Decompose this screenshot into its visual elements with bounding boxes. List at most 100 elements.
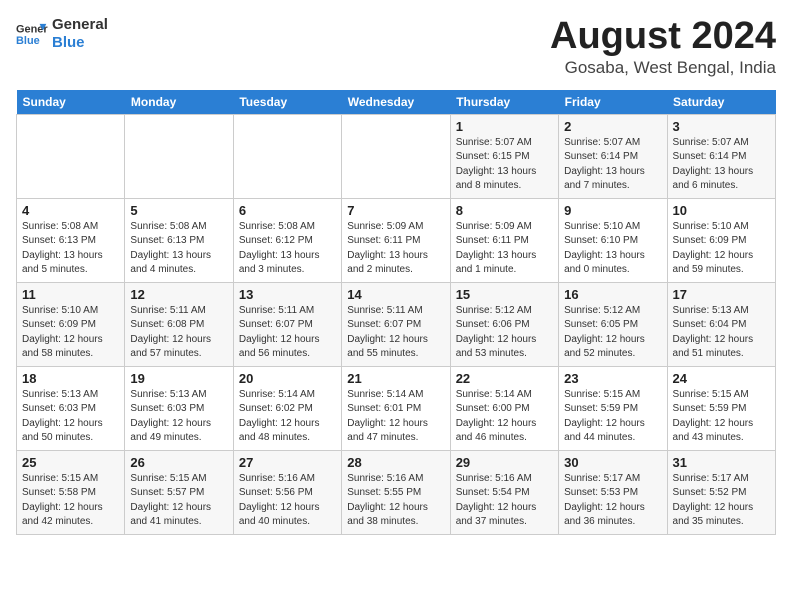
day-info: Sunrise: 5:07 AMSunset: 6:14 PMDaylight:… [673,136,770,194]
day-number: 4 [22,203,119,218]
calendar-cell: 22 Sunrise: 5:14 AMSunset: 6:00 PMDayligh… [450,366,558,450]
calendar-cell: 14 Sunrise: 5:11 AMSunset: 6:07 PMDayligh… [342,282,450,366]
day-info: Sunrise: 5:15 AMSunset: 5:59 PMDaylight:… [564,388,661,446]
calendar-week-4: 18 Sunrise: 5:13 AMSunset: 6:03 PMDayligh… [17,366,776,450]
day-info: Sunrise: 5:07 AMSunset: 6:14 PMDaylight:… [564,136,661,194]
day-number: 3 [673,119,770,134]
day-info: Sunrise: 5:08 AMSunset: 6:12 PMDaylight:… [239,220,336,278]
day-info: Sunrise: 5:14 AMSunset: 6:00 PMDaylight:… [456,388,553,446]
col-header-saturday: Saturday [667,90,775,115]
calendar-cell: 26 Sunrise: 5:15 AMSunset: 5:57 PMDayligh… [125,450,233,534]
calendar-cell: 2 Sunrise: 5:07 AMSunset: 6:14 PMDaylight… [559,114,667,198]
day-info: Sunrise: 5:09 AMSunset: 6:11 PMDaylight:… [347,220,444,278]
day-number: 5 [130,203,227,218]
calendar-cell: 27Sunrise: 5:16 AMSunset: 5:56 PMDayligh… [233,450,341,534]
day-number: 14 [347,287,444,302]
calendar-table: SundayMondayTuesdayWednesdayThursdayFrid… [16,90,776,535]
calendar-cell [342,114,450,198]
day-number: 27 [239,455,336,470]
day-info: Sunrise: 5:11 AMSunset: 6:08 PMDaylight:… [130,304,227,362]
calendar-cell: 31 Sunrise: 5:17 AMSunset: 5:52 PMDayligh… [667,450,775,534]
calendar-cell: 21 Sunrise: 5:14 AMSunset: 6:01 PMDayligh… [342,366,450,450]
calendar-cell: 7 Sunrise: 5:09 AMSunset: 6:11 PMDaylight… [342,198,450,282]
day-info: Sunrise: 5:10 AMSunset: 6:09 PMDaylight:… [673,220,770,278]
day-number: 8 [456,203,553,218]
day-info: Sunrise: 5:08 AMSunset: 6:13 PMDaylight:… [130,220,227,278]
day-number: 31 [673,455,770,470]
calendar-header-row: SundayMondayTuesdayWednesdayThursdayFrid… [17,90,776,115]
calendar-cell: 28Sunrise: 5:16 AMSunset: 5:55 PMDayligh… [342,450,450,534]
day-number: 7 [347,203,444,218]
col-header-wednesday: Wednesday [342,90,450,115]
day-number: 17 [673,287,770,302]
day-info: Sunrise: 5:14 AMSunset: 6:02 PMDaylight:… [239,388,336,446]
calendar-cell: 3 Sunrise: 5:07 AMSunset: 6:14 PMDaylight… [667,114,775,198]
calendar-cell: 11Sunrise: 5:10 AMSunset: 6:09 PMDayligh… [17,282,125,366]
calendar-cell: 17 Sunrise: 5:13 AMSunset: 6:04 PMDayligh… [667,282,775,366]
day-number: 22 [456,371,553,386]
calendar-cell: 19Sunrise: 5:13 AMSunset: 6:03 PMDayligh… [125,366,233,450]
day-info: Sunrise: 5:14 AMSunset: 6:01 PMDaylight:… [347,388,444,446]
calendar-cell: 30 Sunrise: 5:17 AMSunset: 5:53 PMDayligh… [559,450,667,534]
day-number: 21 [347,371,444,386]
calendar-cell: 8 Sunrise: 5:09 AMSunset: 6:11 PMDaylight… [450,198,558,282]
day-info: Sunrise: 5:10 AMSunset: 6:10 PMDaylight:… [564,220,661,278]
calendar-cell [125,114,233,198]
day-info: Sunrise: 5:11 AMSunset: 6:07 PMDaylight:… [239,304,336,362]
calendar-cell: 6 Sunrise: 5:08 AMSunset: 6:12 PMDaylight… [233,198,341,282]
day-info: Sunrise: 5:15 AMSunset: 5:57 PMDaylight:… [130,472,227,530]
day-number: 10 [673,203,770,218]
day-info: Sunrise: 5:17 AMSunset: 5:53 PMDaylight:… [564,472,661,530]
col-header-monday: Monday [125,90,233,115]
day-number: 28 [347,455,444,470]
calendar-cell: 25Sunrise: 5:15 AMSunset: 5:58 PMDayligh… [17,450,125,534]
day-number: 12 [130,287,227,302]
day-info: Sunrise: 5:12 AMSunset: 6:05 PMDaylight:… [564,304,661,362]
day-info: Sunrise: 5:09 AMSunset: 6:11 PMDaylight:… [456,220,553,278]
day-number: 30 [564,455,661,470]
logo-icon: General Blue [16,20,48,48]
calendar-cell: 1Sunrise: 5:07 AMSunset: 6:15 PMDaylight… [450,114,558,198]
day-number: 15 [456,287,553,302]
day-number: 26 [130,455,227,470]
day-info: Sunrise: 5:15 AMSunset: 5:59 PMDaylight:… [673,388,770,446]
day-info: Sunrise: 5:17 AMSunset: 5:52 PMDaylight:… [673,472,770,530]
day-number: 2 [564,119,661,134]
day-number: 9 [564,203,661,218]
logo: General Blue General Blue [16,16,108,52]
day-info: Sunrise: 5:11 AMSunset: 6:07 PMDaylight:… [347,304,444,362]
calendar-cell: 12 Sunrise: 5:11 AMSunset: 6:08 PMDayligh… [125,282,233,366]
day-info: Sunrise: 5:13 AMSunset: 6:03 PMDaylight:… [22,388,119,446]
location-subtitle: Gosaba, West Bengal, India [550,58,776,78]
calendar-cell: 29 Sunrise: 5:16 AMSunset: 5:54 PMDayligh… [450,450,558,534]
logo-blue: Blue [52,34,108,52]
day-number: 20 [239,371,336,386]
col-header-friday: Friday [559,90,667,115]
calendar-week-1: 1Sunrise: 5:07 AMSunset: 6:15 PMDaylight… [17,114,776,198]
calendar-week-3: 11Sunrise: 5:10 AMSunset: 6:09 PMDayligh… [17,282,776,366]
day-number: 25 [22,455,119,470]
page-header: General Blue General Blue August 2024 Go… [16,16,776,78]
day-info: Sunrise: 5:08 AMSunset: 6:13 PMDaylight:… [22,220,119,278]
calendar-cell: 16Sunrise: 5:12 AMSunset: 6:05 PMDayligh… [559,282,667,366]
calendar-cell: 20 Sunrise: 5:14 AMSunset: 6:02 PMDayligh… [233,366,341,450]
day-number: 18 [22,371,119,386]
day-number: 11 [22,287,119,302]
day-info: Sunrise: 5:13 AMSunset: 6:04 PMDaylight:… [673,304,770,362]
day-number: 6 [239,203,336,218]
calendar-cell: 18 Sunrise: 5:13 AMSunset: 6:03 PMDayligh… [17,366,125,450]
day-number: 24 [673,371,770,386]
day-info: Sunrise: 5:16 AMSunset: 5:54 PMDaylight:… [456,472,553,530]
calendar-cell: 15Sunrise: 5:12 AMSunset: 6:06 PMDayligh… [450,282,558,366]
calendar-cell: 5 Sunrise: 5:08 AMSunset: 6:13 PMDaylight… [125,198,233,282]
calendar-cell: 10 Sunrise: 5:10 AMSunset: 6:09 PMDayligh… [667,198,775,282]
col-header-tuesday: Tuesday [233,90,341,115]
svg-text:Blue: Blue [16,35,40,47]
calendar-week-5: 25Sunrise: 5:15 AMSunset: 5:58 PMDayligh… [17,450,776,534]
day-info: Sunrise: 5:13 AMSunset: 6:03 PMDaylight:… [130,388,227,446]
month-title: August 2024 [550,16,776,58]
day-info: Sunrise: 5:07 AMSunset: 6:15 PMDaylight:… [456,136,553,194]
logo-general: General [52,16,108,34]
calendar-cell: 23Sunrise: 5:15 AMSunset: 5:59 PMDayligh… [559,366,667,450]
day-number: 29 [456,455,553,470]
